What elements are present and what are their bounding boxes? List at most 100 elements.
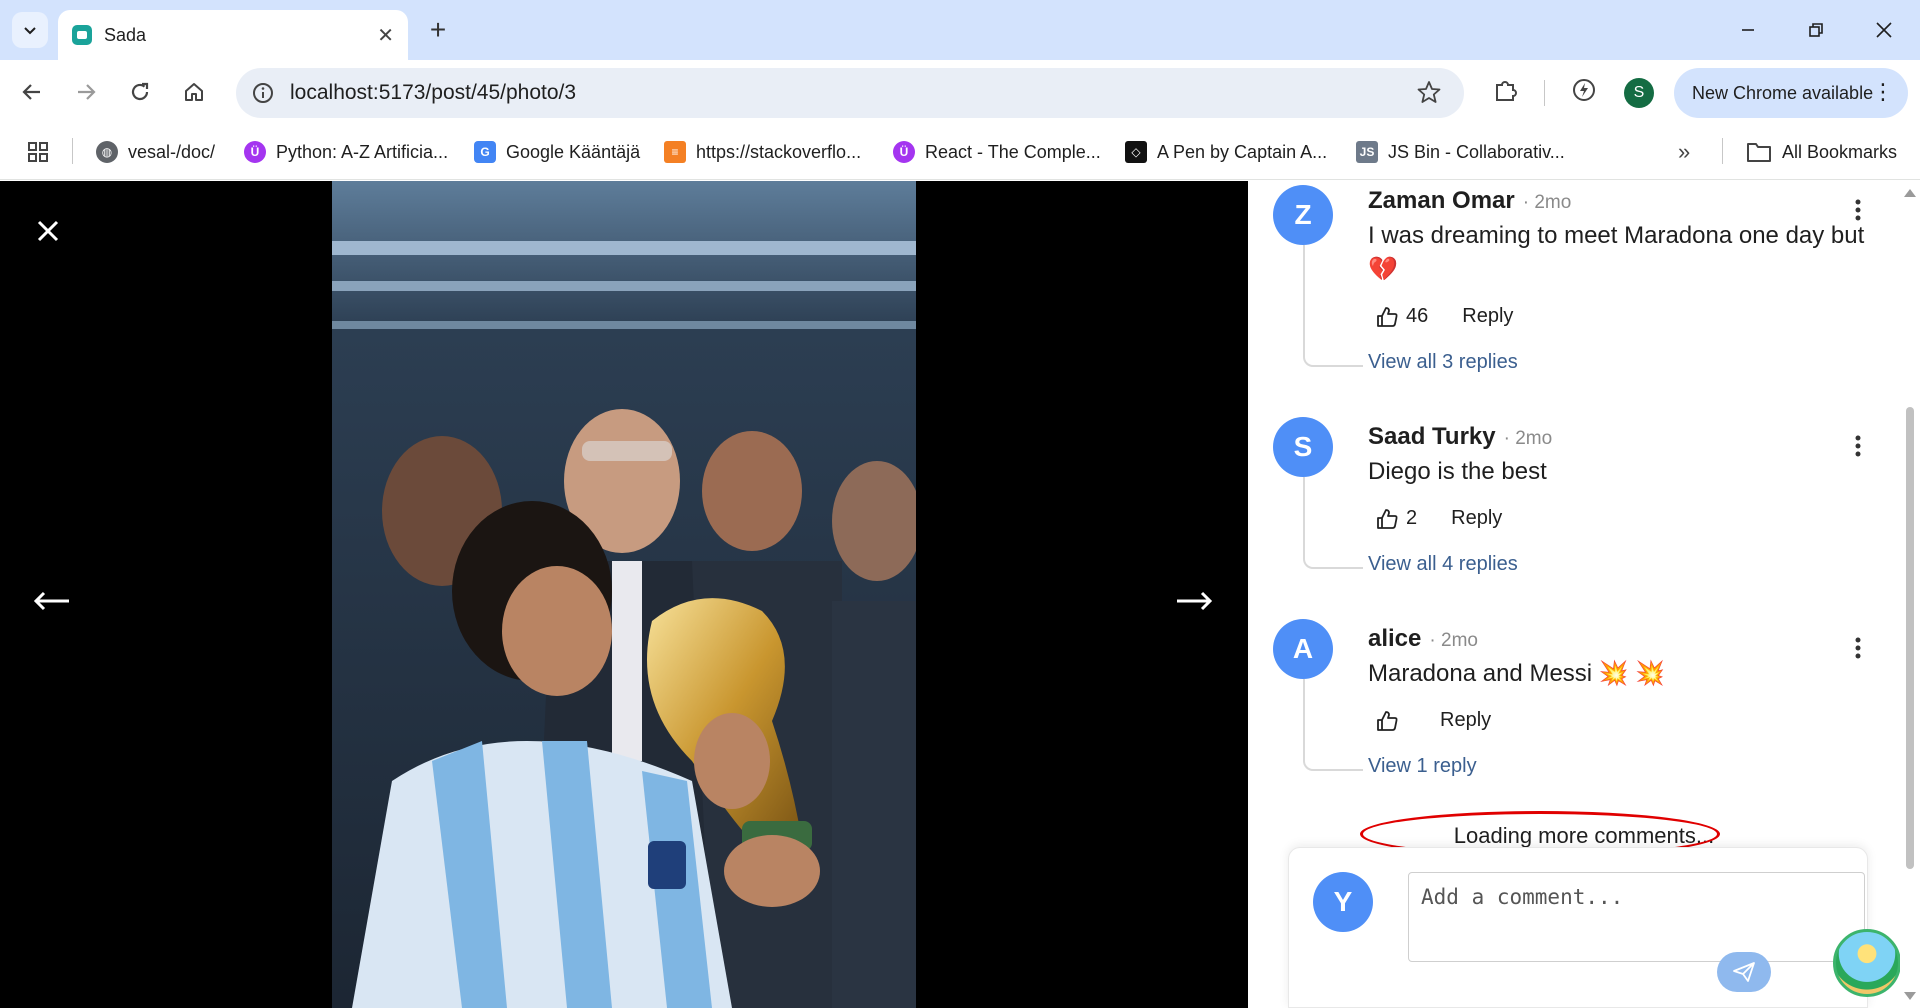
home-icon <box>185 83 203 101</box>
active-tab[interactable]: Sada ✕ <box>58 10 408 60</box>
tab-search-button[interactable] <box>12 12 48 48</box>
forward-button[interactable] <box>68 74 104 110</box>
avatar[interactable]: S <box>1273 417 1333 477</box>
view-replies-link[interactable]: View all 4 replies <box>1368 553 1518 576</box>
comment-text: I was dreaming to meet Maradona one day … <box>1368 222 1865 283</box>
reply-button[interactable]: Reply <box>1451 507 1502 530</box>
comment-author[interactable]: Saad Turky · 2mo <box>1368 423 1552 451</box>
scroll-up-icon[interactable] <box>1904 189 1916 197</box>
thumbs-up-icon <box>1377 710 1398 731</box>
bookmark-item[interactable]: G Google Kääntäjä <box>474 138 640 166</box>
comment-author[interactable]: alice · 2mo <box>1368 625 1478 653</box>
close-icon <box>1876 22 1892 38</box>
view-replies-link[interactable]: View 1 reply <box>1368 755 1477 778</box>
avatar: Y <box>1313 872 1373 932</box>
bookmark-label: A Pen by Captain A... <box>1157 141 1328 162</box>
bookmark-item[interactable]: ◍ vesal-/doc/ <box>96 138 215 166</box>
thumbs-up-icon <box>1377 508 1398 529</box>
comment-composer: Y <box>1288 847 1868 1008</box>
back-button[interactable] <box>14 74 50 110</box>
previous-photo-button[interactable] <box>30 581 74 621</box>
arrow-left-icon <box>22 84 40 100</box>
performance-icon[interactable] <box>1570 76 1598 104</box>
new-tab-button[interactable]: + <box>422 14 454 46</box>
app-logo-icon[interactable] <box>1833 929 1901 997</box>
author-name[interactable]: alice <box>1368 625 1421 652</box>
bookmark-label: Google Kääntäjä <box>506 141 641 162</box>
view-replies-link[interactable]: View all 3 replies <box>1368 351 1518 374</box>
arrow-left-icon <box>33 591 69 611</box>
comment-time: · 2mo <box>1522 192 1572 213</box>
comment-time: · 2mo <box>1429 630 1478 651</box>
more-bookmarks-button[interactable]: » <box>1678 138 1690 166</box>
extensions-icon[interactable] <box>1492 76 1520 104</box>
arrow-right-icon <box>1177 591 1213 611</box>
bookmark-item[interactable]: JS JS Bin - Collaborativ... <box>1356 138 1565 166</box>
comment-author[interactable]: Zaman Omar · 2mo <box>1368 187 1571 215</box>
scrollbar-thumb[interactable] <box>1906 407 1914 869</box>
scrollbar[interactable] <box>1900 181 1920 1008</box>
comment-text: Diego is the best <box>1368 458 1547 485</box>
comment-actions: 2 Reply <box>1376 507 1502 530</box>
bookmark-label: Python: A-Z Artificia... <box>276 141 449 162</box>
all-bookmarks-button[interactable]: All Bookmarks <box>1746 138 1897 166</box>
bookmark-star-icon[interactable] <box>1416 79 1442 105</box>
avatar[interactable]: A <box>1273 619 1333 679</box>
avatar[interactable]: Z <box>1273 185 1333 245</box>
more-vert-icon[interactable]: ⋮ <box>1872 80 1894 104</box>
home-button[interactable] <box>176 74 212 110</box>
close-window-button[interactable] <box>1864 10 1904 50</box>
address-bar[interactable]: localhost:5173/post/45/photo/3 <box>236 68 1464 118</box>
browser-toolbar: localhost:5173/post/45/photo/3 S New Chr… <box>0 60 1920 124</box>
thread-line <box>1303 245 1363 367</box>
reply-button[interactable]: Reply <box>1462 305 1513 328</box>
update-chrome-button[interactable]: New Chrome available ⋮ <box>1674 68 1908 118</box>
tab-strip: Sada ✕ + <box>0 0 1920 60</box>
all-bookmarks-label: All Bookmarks <box>1782 141 1898 162</box>
google-translate-icon: G <box>474 141 496 163</box>
update-label: New Chrome available <box>1692 82 1874 103</box>
post-photo[interactable] <box>332 181 916 1008</box>
bookmark-divider <box>72 138 73 164</box>
bookmark-item[interactable]: ◇ A Pen by Captain A... <box>1125 138 1327 166</box>
reload-button[interactable] <box>122 74 158 110</box>
tab-close-icon[interactable]: ✕ <box>377 23 394 48</box>
bookmark-divider <box>1722 138 1723 164</box>
like-button[interactable] <box>1376 710 1406 732</box>
reply-button[interactable]: Reply <box>1440 709 1491 732</box>
bookmark-item[interactable]: Ü React - The Comple... <box>893 138 1101 166</box>
apps-button[interactable] <box>26 138 50 166</box>
comment-actions: 46 Reply <box>1376 305 1513 328</box>
next-photo-button[interactable] <box>1172 581 1216 621</box>
like-button[interactable]: 2 <box>1376 507 1417 530</box>
restore-button[interactable] <box>1796 10 1836 50</box>
bookmark-label: JS Bin - Collaborativ... <box>1388 141 1565 162</box>
tab-title: Sada <box>104 24 147 45</box>
toolbar-divider <box>1544 80 1545 106</box>
author-name[interactable]: Saad Turky <box>1368 423 1496 450</box>
restore-icon <box>1809 23 1823 37</box>
comment-input[interactable] <box>1408 872 1865 962</box>
send-button[interactable] <box>1717 952 1771 992</box>
bookmark-item[interactable]: Ü Python: A-Z Artificia... <box>244 138 448 166</box>
arrow-right-icon <box>78 84 96 100</box>
comment-time: · 2mo <box>1503 428 1553 449</box>
like-button[interactable]: 46 <box>1376 305 1428 328</box>
bookmark-item[interactable]: ≡ https://stackoverflo... <box>664 138 861 166</box>
like-count: 2 <box>1406 507 1418 529</box>
minimize-button[interactable] <box>1728 10 1768 50</box>
udemy-icon: Ü <box>244 141 266 163</box>
scroll-down-icon[interactable] <box>1904 992 1916 1000</box>
site-info-icon[interactable] <box>250 80 276 106</box>
url-text: localhost:5173/post/45/photo/3 <box>290 81 577 104</box>
codepen-icon: ◇ <box>1125 141 1147 163</box>
apps-grid-icon <box>28 142 48 162</box>
site-favicon-icon <box>72 25 92 45</box>
thread-line <box>1303 477 1363 569</box>
send-icon <box>1733 962 1755 982</box>
close-viewer-button[interactable] <box>28 211 68 251</box>
like-count: 46 <box>1406 305 1429 327</box>
author-name[interactable]: Zaman Omar <box>1368 187 1515 214</box>
reload-icon <box>131 82 149 101</box>
profile-avatar[interactable]: S <box>1624 78 1654 108</box>
